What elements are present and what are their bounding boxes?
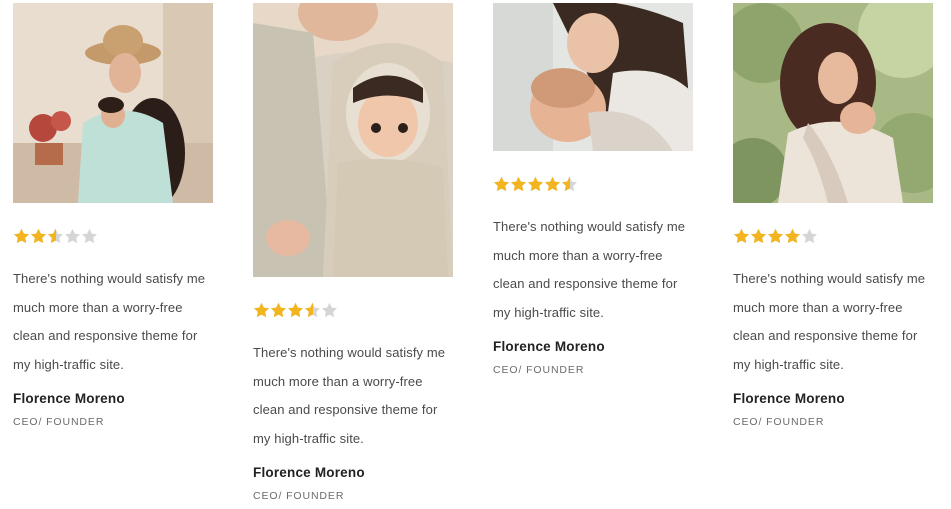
star-half-icon — [561, 176, 578, 193]
testimonial-card: There's nothing would satisfy me much mo… — [13, 3, 213, 428]
star-filled-icon — [287, 302, 304, 319]
testimonial-quote: There's nothing would satisfy me much mo… — [733, 271, 926, 372]
star-filled-icon — [253, 302, 270, 319]
star-filled-icon — [733, 228, 750, 245]
star-filled-icon — [493, 176, 510, 193]
mother-with-wrap-outdoors-photo-icon — [733, 3, 933, 203]
star-filled-icon — [13, 228, 30, 245]
mother-with-carrier-photo-icon — [13, 3, 213, 203]
testimonial-quote: There's nothing would satisfy me much mo… — [13, 271, 206, 372]
reviewer-role: CEO/ FOUNDER — [493, 364, 585, 377]
star-empty-icon — [81, 228, 98, 245]
star-empty-icon — [801, 228, 818, 245]
reviewer-name: Florence Moreno — [253, 465, 365, 481]
star-rating — [493, 176, 693, 194]
mother-kissing-baby-photo-icon — [493, 3, 693, 151]
testimonial-photo — [13, 3, 213, 203]
star-half-icon — [47, 228, 64, 245]
star-rating — [13, 228, 213, 246]
testimonial-quote: There's nothing would satisfy me much mo… — [253, 345, 446, 446]
testimonial-photo — [493, 3, 693, 151]
testimonial-card: There's nothing would satisfy me much mo… — [253, 3, 453, 502]
star-rating — [733, 228, 933, 246]
star-filled-icon — [784, 228, 801, 245]
reviewer-role: CEO/ FOUNDER — [733, 416, 825, 429]
star-empty-icon — [64, 228, 81, 245]
baby-in-hooded-carrier-photo-icon — [253, 3, 453, 277]
star-filled-icon — [750, 228, 767, 245]
star-filled-icon — [510, 176, 527, 193]
star-filled-icon — [270, 302, 287, 319]
testimonial-card: There's nothing would satisfy me much mo… — [493, 3, 693, 376]
testimonial-quote: There's nothing would satisfy me much mo… — [493, 219, 686, 320]
reviewer-name: Florence Moreno — [493, 339, 605, 355]
testimonial-photo — [253, 3, 453, 277]
star-empty-icon — [321, 302, 338, 319]
star-rating — [253, 302, 453, 320]
reviewer-role: CEO/ FOUNDER — [253, 490, 345, 503]
star-half-icon — [304, 302, 321, 319]
reviewer-role: CEO/ FOUNDER — [13, 416, 105, 429]
reviewer-name: Florence Moreno — [733, 391, 845, 407]
testimonial-photo — [733, 3, 933, 203]
star-filled-icon — [767, 228, 784, 245]
testimonial-card: There's nothing would satisfy me much mo… — [733, 3, 933, 428]
star-filled-icon — [30, 228, 47, 245]
star-filled-icon — [544, 176, 561, 193]
star-filled-icon — [527, 176, 544, 193]
reviewer-name: Florence Moreno — [13, 391, 125, 407]
